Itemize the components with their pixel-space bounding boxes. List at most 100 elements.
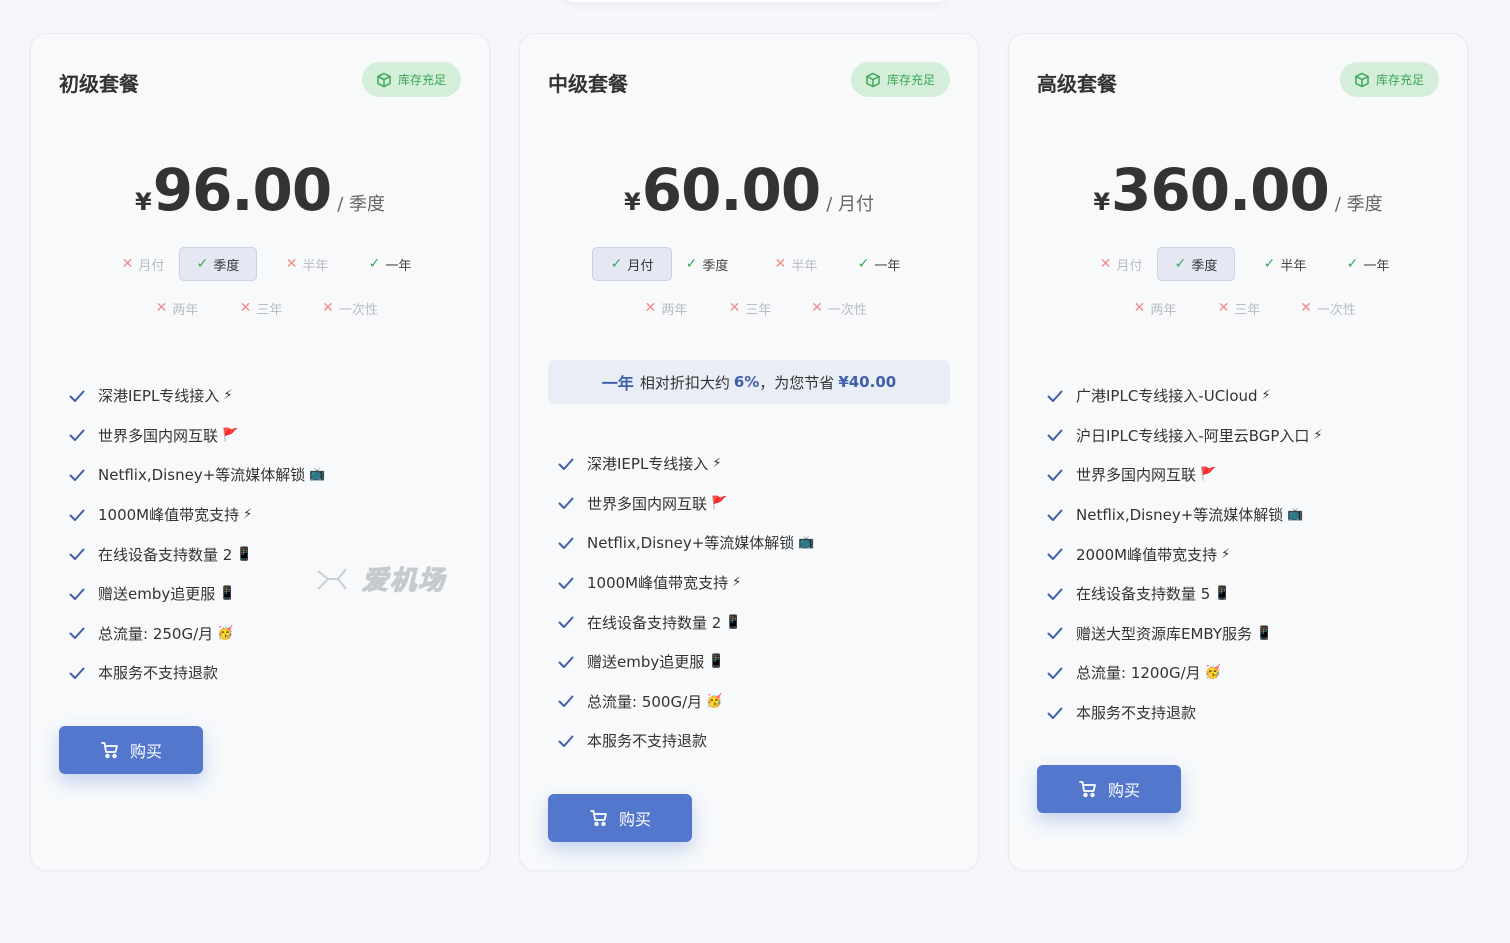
plan-card-standard: 中级套餐 库存充足 ¥ 60.00 / 月付 一年 相对折扣大约 6% ，为您节… [519,33,979,871]
billing-cycle-option: ✕ 三年 [1199,291,1279,325]
check-icon [1047,390,1063,402]
cross-icon: ✕ [644,300,657,316]
billing-cycle-option[interactable]: ✓ 一年 [838,247,920,281]
top-popover-edge [565,0,945,2]
buy-button[interactable]: 购买 [59,726,203,774]
cart-icon [101,742,118,759]
feature-list: 深港IEPL专线接入 ⚡ 世界多国内网互联 🚩 Netflix,Disney+等流媒体解… [67,376,469,693]
discount-amount: ¥40.00 [838,373,897,391]
plan-title: 中级套餐 [548,72,628,96]
feature-emoji-icon: 📱 [1214,586,1231,602]
billing-cycle-label: 两年 [661,302,688,318]
feature-emoji-icon: 🥳 [217,625,234,641]
feature-item: 1000M峰值带宽支持 ⚡ [556,563,958,603]
discount-banner: 一年 相对折扣大约 6% ，为您节省 ¥40.00 [548,360,950,404]
check-icon: ✓ [1174,256,1187,272]
feature-text: 1000M峰值带宽支持 [98,506,240,525]
feature-item: 总流量: 250G/月 🥳 [67,614,469,654]
billing-cycle-option[interactable]: ✓ 月付 [592,247,672,281]
feature-text: 本服务不支持退款 [98,664,219,683]
feature-emoji-icon: 📱 [725,614,742,630]
billing-cycle-label: 一次性 [827,302,867,318]
feature-emoji-icon: 🚩 [711,495,728,511]
watermark-text: 爱机场 [361,565,447,596]
billing-cycle-label: 两年 [1150,302,1177,318]
billing-cycle-option[interactable]: ✓ 季度 [179,247,257,281]
stock-badge: 库存充足 [361,62,461,97]
check-icon [1047,667,1063,679]
billing-cycle-label: 月付 [627,258,654,274]
feature-item: Netflix,Disney+等流媒体解锁 📺 [67,455,469,495]
cart-icon [590,810,607,827]
billing-cycle-option: ✕ 两年 [137,291,217,325]
price-value: 96.00 [152,156,332,224]
discount-text: ，为您节省 [759,373,835,392]
cross-icon: ✕ [155,300,168,316]
check-icon: ✓ [685,256,698,272]
cross-icon: ✕ [1099,256,1112,272]
price-value: 60.00 [641,156,821,224]
cross-icon: ✕ [1300,300,1312,316]
check-icon: ✓ [857,256,870,272]
check-icon [69,429,85,442]
feature-list: 深港IEPL专线接入 ⚡ 世界多国内网互联 🚩 Netflix,Disney+等流媒体解… [556,444,958,761]
check-icon [558,616,574,629]
billing-cycle-option[interactable]: ✓ 一年 [349,247,431,281]
feature-item: Netflix,Disney+等流媒体解锁 📺 [1045,495,1447,535]
billing-cycle-option: ✕ 半年 [756,247,836,281]
billing-cycle-label: 一年 [874,258,901,274]
billing-cycle-label: 一年 [385,258,412,274]
check-icon [1047,429,1063,442]
feature-item: 赠送emby追更服 📱 [556,642,958,682]
feature-emoji-icon: ⚡ [712,456,722,472]
feature-item: 本服务不支持退款 [67,653,469,693]
billing-cycle-option: ✕ 三年 [221,291,301,325]
feature-item: 广港IPLC专线接入-UCloud ⚡ [1045,376,1447,416]
check-icon: ✓ [1346,256,1359,272]
plan-card-basic: 初级套餐 库存充足 ¥ 96.00 / 季度 深港IEPL专线接入 ⚡ 世界多国内网… [30,33,490,871]
billing-cycle-option: ✕ 两年 [626,291,706,325]
feature-text: 赠送emby追更服 [98,585,216,604]
billing-cycle-label: 季度 [1191,258,1218,274]
buy-button[interactable]: 购买 [548,794,692,842]
feature-text: 深港IEPL专线接入 [98,387,220,406]
buy-button[interactable]: 购买 [1037,765,1181,813]
cross-icon: ✕ [285,256,298,272]
check-icon: ✓ [610,256,623,272]
feature-emoji-icon: 📱 [236,546,253,562]
billing-cycle-option: ✕ 一次性 [792,291,886,325]
check-icon [1047,627,1063,640]
feature-text: 世界多国内网互联 [98,426,219,445]
stock-label: 库存充足 [886,73,935,87]
feature-emoji-icon: 🥳 [1204,665,1221,681]
feature-emoji-icon: ⚡ [1221,546,1231,562]
check-icon [1047,707,1063,719]
box-icon [377,72,391,87]
feature-emoji-icon: ⚡ [1313,427,1323,443]
billing-cycle-label: 季度 [213,258,240,274]
check-icon [69,667,85,679]
feature-emoji-icon: 📱 [1256,625,1273,641]
feature-emoji-icon: 🥳 [706,693,723,709]
feature-item: 赠送大型资源库EMBY服务 📱 [1045,614,1447,654]
check-icon [558,497,574,510]
billing-cycle-label: 半年 [791,258,818,274]
billing-cycle-label: 季度 [702,258,729,274]
stock-badge: 库存充足 [1339,62,1439,97]
price-period: / 季度 [337,194,385,215]
billing-cycle-option[interactable]: ✓ 季度 [668,247,746,281]
feature-emoji-icon: 📺 [798,535,815,551]
billing-cycle-option[interactable]: ✓ 季度 [1157,247,1235,281]
feature-item: Netflix,Disney+等流媒体解锁 📺 [556,523,958,563]
feature-item: 1000M峰值带宽支持 ⚡ [67,495,469,535]
discount-percent: 6% [733,373,760,391]
check-icon [558,656,574,668]
feature-text: 总流量: 500G/月 [587,692,703,711]
check-icon [558,735,574,747]
billing-cycle-option[interactable]: ✓ 半年 [1245,247,1325,281]
billing-cycle-option[interactable]: ✓ 一年 [1327,247,1409,281]
discount-text: 相对折扣大约 [639,373,730,392]
check-icon [558,695,574,708]
billing-cycle-label: 一年 [1363,258,1390,274]
price: ¥ 60.00 / 月付 [520,156,978,224]
